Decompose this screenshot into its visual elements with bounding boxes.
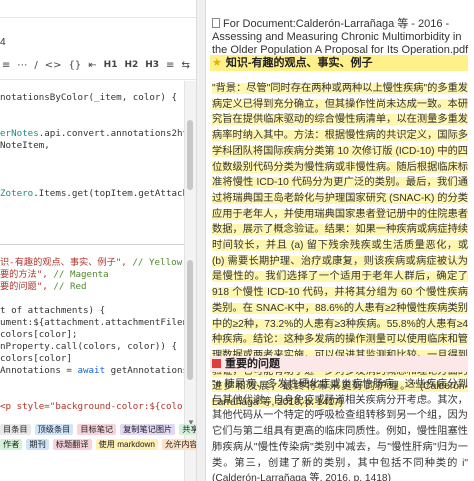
toolbar-button-4[interactable]: {} xyxy=(67,60,84,71)
star-icon: ★ xyxy=(212,57,222,69)
toolbar-button-3[interactable]: <> xyxy=(43,60,64,71)
toolbar-button-10[interactable]: ⇆ xyxy=(179,60,191,71)
toolbar-button-6[interactable]: H1 xyxy=(102,60,120,70)
document-title[interactable]: For Document:Calderón-Larrañaga 等 - 2016… xyxy=(212,18,470,57)
note-preview-pane: For Document:Calderón-Larrañaga 等 - 2016… xyxy=(206,0,474,481)
document-title-text: For Document:Calderón-Larrañaga 等 - 2016… xyxy=(212,18,469,56)
toolbar-divider xyxy=(0,79,196,80)
code-line[interactable]: notationsByColor(_item, color) { xyxy=(0,92,196,104)
code-token: .Items.get(topItem.getAttachments()).fi xyxy=(33,188,196,199)
toolbar-button-2[interactable]: / xyxy=(32,60,39,71)
option-button[interactable]: 共享对象 xyxy=(179,424,196,435)
code-token: NoteItem, xyxy=(0,140,50,151)
code-line[interactable]: erNotes.api.convert.annotations2html(ann… xyxy=(0,128,196,140)
red-square-icon xyxy=(212,359,221,368)
code-block-bottom[interactable]: 识-有趣的观点、事实、例子", // Yellow 要的方法", // Magen… xyxy=(0,257,196,413)
toolbar-button-9[interactable]: ≡ xyxy=(164,60,176,71)
option-button[interactable]: 允许内容刷新 xyxy=(161,439,196,450)
editor-scrollbar-thumb-bottom[interactable] xyxy=(187,260,193,380)
option-button[interactable]: 目标笔记 xyxy=(77,424,117,435)
code-token: nProperty.call(colors, color)) { xyxy=(0,341,178,352)
toolbar-button-8[interactable]: H3 xyxy=(143,60,161,70)
code-line[interactable]: 要的方法", // Magenta xyxy=(0,269,196,281)
code-token: // Magenta xyxy=(47,269,109,280)
editor-toolbar: ≡ ⋯ / <>{} ⇤ H1 H2 H3 ≡ ⇆ xyxy=(0,56,192,74)
code-line[interactable]: Annotations = await getAnnotationsByColo… xyxy=(0,365,196,377)
code-line[interactable]: <p style="background-color:${color}">${ xyxy=(0,401,196,413)
code-token: <p style="background-color:${color}">${ xyxy=(0,401,196,412)
button-row: 作者期刊标题翻译使用 markdown允许内容刷新 xyxy=(0,439,196,450)
annotation-text-important-issue: "e 糖尿病、多发性硬化症或炎症性肠病，这些疾病分到与其他代谢、自身免疫或肠道相… xyxy=(212,379,468,481)
code-token: getAnnotationsByColor( xyxy=(110,365,196,376)
editor-top-border xyxy=(0,17,196,18)
code-token: 识-有趣的观点、事实、例子", xyxy=(0,257,127,268)
code-token: // Red xyxy=(47,281,87,292)
section-heading-knowledge-text: 知识-有趣的观点、事实、例子 xyxy=(225,57,373,69)
code-line[interactable] xyxy=(0,212,196,224)
option-button[interactable]: 作者 xyxy=(0,439,23,450)
code-token: // Yellow xyxy=(126,257,183,268)
code-line[interactable] xyxy=(0,377,196,389)
toolbar-button-7[interactable]: H2 xyxy=(122,60,140,70)
code-token: ument:${attachment.attachmentFilename}`; xyxy=(0,317,196,328)
code-token: Annotations = xyxy=(0,365,78,376)
option-buttons: 目条目顶级条目目标笔记复制笔记图片共享对象标题作者期刊标题翻译使用 markdo… xyxy=(0,424,196,454)
code-token: colors[color]; xyxy=(0,329,78,340)
code-token: await xyxy=(77,365,106,376)
code-line[interactable]: colors[color]; xyxy=(0,329,196,341)
code-block-top[interactable]: notationsByColor(_item, color) { erNotes.… xyxy=(0,92,196,224)
code-line[interactable] xyxy=(0,389,196,401)
code-line[interactable] xyxy=(0,200,196,212)
code-section-divider xyxy=(0,244,196,245)
code-token: 要的问题", xyxy=(0,281,48,292)
code-line[interactable] xyxy=(0,104,196,116)
code-token: t of attachments) { xyxy=(0,305,106,316)
document-icon xyxy=(212,18,220,28)
toolbar-button-5[interactable]: ⇤ xyxy=(86,60,98,71)
code-line[interactable]: t of attachments) { xyxy=(0,305,196,317)
code-line[interactable]: nProperty.call(colors, color)) { xyxy=(0,341,196,353)
option-button[interactable]: 顶级条目 xyxy=(34,424,74,435)
editor-scrollbar-thumb-top[interactable] xyxy=(187,120,193,190)
code-token: 要的方法", xyxy=(0,269,48,280)
code-line[interactable] xyxy=(0,176,196,188)
option-button[interactable]: 目条目 xyxy=(0,424,31,435)
code-editor-pane: 4 ≡ ⋯ / <>{} ⇤ H1 H2 H3 ≡ ⇆ notationsByColor(_ite… xyxy=(0,0,196,481)
annotation-paragraph-important-issue: "e 糖尿病、多发性硬化症或炎症性肠病，这些疾病分到与其他代谢、自身免疫或肠道相… xyxy=(212,377,468,481)
code-line[interactable] xyxy=(0,116,196,128)
code-line[interactable]: NoteItem, xyxy=(0,140,196,152)
code-line[interactable]: Zotero.Items.get(topItem.getAttachments(… xyxy=(0,188,196,200)
section-heading-important-issue: 重要的问题 xyxy=(210,356,468,372)
pane-splitter[interactable] xyxy=(196,0,206,481)
code-line[interactable] xyxy=(0,152,196,164)
option-button[interactable]: 使用 markdown xyxy=(95,439,158,450)
code-line[interactable]: 要的问题", // Red xyxy=(0,281,196,293)
code-token: colors[color] xyxy=(0,353,72,364)
code-token: .api.convert.annotations2html(annots, xyxy=(38,128,196,139)
code-line[interactable]: colors[color] xyxy=(0,353,196,365)
code-token: notationsByColor(_item, color) { xyxy=(0,92,178,103)
code-line[interactable]: 识-有趣的观点、事实、例子", // Yellow xyxy=(0,257,196,269)
section-heading-important-issue-text: 重要的问题 xyxy=(225,358,280,370)
code-line[interactable]: ument:${attachment.attachmentFilename}`; xyxy=(0,317,196,329)
toolbar-button-0[interactable]: ≡ xyxy=(0,60,12,71)
code-token: erNotes xyxy=(0,128,39,139)
option-button[interactable]: 期刊 xyxy=(26,439,49,450)
line-number-label: 4 xyxy=(0,37,6,48)
button-row: 目条目顶级条目目标笔记复制笔记图片共享对象标题 xyxy=(0,424,196,435)
code-line[interactable] xyxy=(0,164,196,176)
option-button[interactable]: 复制笔记图片 xyxy=(120,424,176,435)
toolbar-button-1[interactable]: ⋯ xyxy=(15,60,29,71)
option-button[interactable]: 标题翻译 xyxy=(52,439,92,450)
code-token: Zotero xyxy=(0,188,34,199)
code-line[interactable] xyxy=(0,293,196,305)
section-heading-knowledge: ★ 知识-有趣的观点、事实、例子 xyxy=(210,55,468,71)
